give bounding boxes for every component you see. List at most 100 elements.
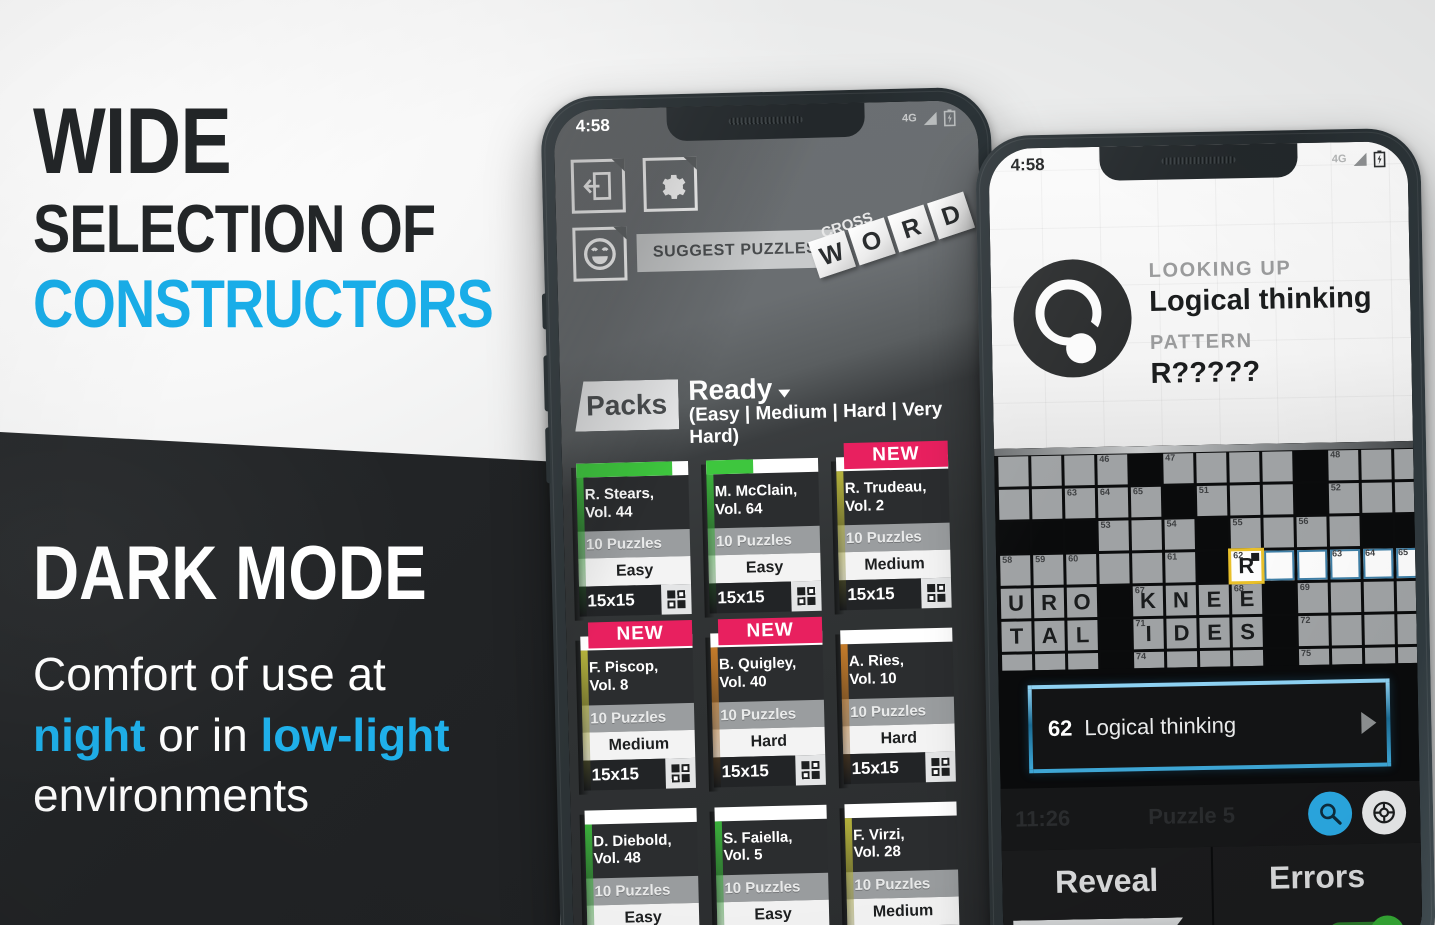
crossword-cell[interactable]: E [1199, 617, 1230, 649]
crossword-cell[interactable] [1331, 614, 1362, 646]
crossword-cell[interactable]: 67 K [1132, 585, 1164, 617]
crossword-cell[interactable]: 58 [1000, 555, 1031, 586]
crossword-cell[interactable] [1196, 452, 1227, 484]
crossword-cell[interactable]: N [1165, 585, 1197, 616]
crossword-cell[interactable]: O [1066, 587, 1098, 618]
suggest-puzzles-button[interactable] [572, 226, 628, 282]
crossword-cell[interactable] [998, 489, 1030, 520]
crossword-cell[interactable] [1132, 552, 1163, 584]
pack-card[interactable]: D. Diebold,Vol. 4810 PuzzlesEasy15x15 [579, 807, 700, 925]
crossword-cell[interactable]: 53 [1098, 519, 1130, 551]
crossword-board[interactable]: 46 47 48 63 64 65 51 52 53 54 55 56 58 59 60 61 62 R 63 64 6… [994, 440, 1418, 671]
play-arrow-icon[interactable] [1360, 711, 1377, 734]
pack-card[interactable]: A. Ries, Vol. 10 10 Puzzles Hard 15x15 [835, 627, 956, 789]
crossword-cell[interactable]: 52 [1328, 482, 1360, 514]
pack-card[interactable]: NEW R. Trudeau, Vol. 2 10 Puzzles Medium 15x1… [831, 440, 952, 615]
crossword-cell[interactable] [1263, 517, 1294, 548]
crossword-cell[interactable] [1397, 613, 1418, 645]
crossword-cell[interactable]: 62 R [1231, 550, 1262, 582]
crossword-cell[interactable]: 63 [1330, 548, 1361, 580]
crossword-cell-number: 54 [1166, 518, 1177, 529]
crossword-cell[interactable]: E [1198, 584, 1230, 616]
crossword-cell[interactable]: 61 [1165, 551, 1196, 583]
search-button[interactable] [1307, 791, 1353, 836]
crossword-cell[interactable]: 64 [1363, 548, 1394, 579]
crossword-cell[interactable]: A [1034, 620, 1065, 652]
crossword-cell[interactable]: 72 [1298, 615, 1329, 647]
phone-side-button-mute[interactable] [541, 293, 547, 330]
new-badge: NEW [717, 617, 823, 646]
crossword-cell[interactable] [1031, 455, 1062, 487]
crossword-cell[interactable]: 65 [1396, 547, 1418, 579]
crossword-cell[interactable]: L [1067, 620, 1098, 651]
crossword-cell[interactable]: R [1033, 587, 1065, 619]
crossword-cell[interactable]: 60 [1066, 553, 1097, 585]
pack-card[interactable]: S. Faiella,Vol. 510 PuzzlesEasy15x15 [709, 804, 830, 925]
crossword-cell[interactable] [1364, 614, 1395, 645]
crossword-cell[interactable]: S [1232, 616, 1263, 648]
crossword-cell[interactable]: T [1001, 621, 1032, 652]
reveal-button[interactable] [1013, 917, 1184, 925]
crossword-cell[interactable]: 59 [1033, 554, 1064, 586]
crossword-cell[interactable] [1229, 484, 1261, 516]
crossword-cell[interactable]: 63 [1064, 487, 1096, 519]
pack-card[interactable]: NEW B. Quigley, Vol. 40 10 Puzzles Hard 15x15 [705, 617, 826, 792]
crossword-cell[interactable]: 55 [1230, 517, 1261, 549]
battery-icon [1373, 149, 1386, 167]
pack-card[interactable]: R. Stears, Vol. 44 10 Puzzles Easy 15x15 [571, 460, 692, 622]
pack-card[interactable]: NEW F. Piscop, Vol. 8 10 Puzzles Medium 15x15 [575, 620, 696, 795]
crossword-cell[interactable] [1229, 451, 1260, 483]
pack-card-difficulty: Medium [582, 729, 696, 761]
crossword-cell[interactable]: 54 [1164, 518, 1196, 550]
pack-card-title: M. McClain, Vol. 64 [706, 471, 820, 529]
crossword-cell[interactable]: D [1166, 618, 1197, 649]
pack-card[interactable]: F. Virzi,Vol. 2810 PuzzlesMedium15x15 [839, 801, 961, 925]
crossword-cell[interactable] [1031, 488, 1063, 520]
tab-packs[interactable]: Packs [574, 379, 679, 432]
exit-button[interactable] [570, 158, 626, 214]
crossword-grid[interactable]: 46 47 48 63 64 65 51 52 53 54 55 56 58 59 60 61 62 R 63 64 6… [998, 448, 1418, 671]
pack-card-size-row: 15x15 [838, 577, 952, 611]
crossword-cell[interactable] [1297, 549, 1328, 581]
crossword-cell[interactable] [1361, 482, 1393, 513]
crossword-cell[interactable] [1262, 484, 1294, 515]
errors-toggle[interactable] [1328, 915, 1405, 925]
crossword-cell[interactable] [1099, 553, 1130, 584]
crossword-cell[interactable]: 56 [1296, 516, 1327, 548]
crossword-cell[interactable] [1330, 581, 1362, 613]
crossword-cell[interactable] [1329, 515, 1360, 547]
phone-mockup-puzzle: LOOKING UP Logical thinking PATTERN R???… [975, 127, 1435, 925]
settings-button[interactable] [642, 156, 698, 212]
crossword-cell[interactable] [1361, 449, 1392, 480]
crossword-cell-number: 60 [1068, 553, 1079, 564]
crossword-cell[interactable]: U [1000, 588, 1032, 619]
crossword-cell[interactable] [1394, 481, 1418, 513]
crossword-cell[interactable] [1264, 550, 1295, 581]
crossword-cell[interactable]: 69 [1297, 582, 1329, 614]
crossword-cell[interactable]: 48 [1328, 449, 1359, 481]
crossword-cell[interactable]: 51 [1196, 485, 1228, 517]
crossword-cell-number: 53 [1100, 519, 1111, 530]
crossword-cell[interactable] [1002, 654, 1033, 671]
pack-card-difficulty: Hard [712, 726, 826, 758]
help-button[interactable] [1361, 790, 1407, 835]
crossword-cell[interactable] [1396, 580, 1418, 612]
crossword-cell[interactable]: 64 [1097, 487, 1129, 518]
crossword-cell[interactable] [1262, 451, 1293, 482]
crossword-cell[interactable]: 46 [1097, 454, 1128, 485]
crossword-cell[interactable]: 71 I [1133, 618, 1164, 650]
active-clue-box[interactable]: 62 Logical thinking [1027, 678, 1391, 774]
crossword-cell[interactable]: 65 [1130, 486, 1162, 518]
crossword-cell[interactable] [1064, 455, 1095, 486]
pack-card[interactable]: M. McClain, Vol. 64 10 Puzzles Easy 15x15 [701, 457, 822, 619]
crossword-cell[interactable] [1131, 519, 1163, 551]
crossword-cell-letter: N [1172, 587, 1190, 613]
crossword-cell[interactable] [1363, 581, 1395, 612]
crossword-cell[interactable] [1034, 653, 1066, 671]
grid-size-icon [790, 581, 822, 612]
pack-card-title-line: R. Stears, [584, 484, 655, 504]
crossword-cell[interactable]: 47 [1163, 452, 1194, 484]
pack-card-puzzle-count: 10 Puzzles [711, 699, 825, 730]
crossword-cell[interactable]: 68 E [1231, 583, 1263, 615]
crossword-cell[interactable] [998, 456, 1029, 487]
